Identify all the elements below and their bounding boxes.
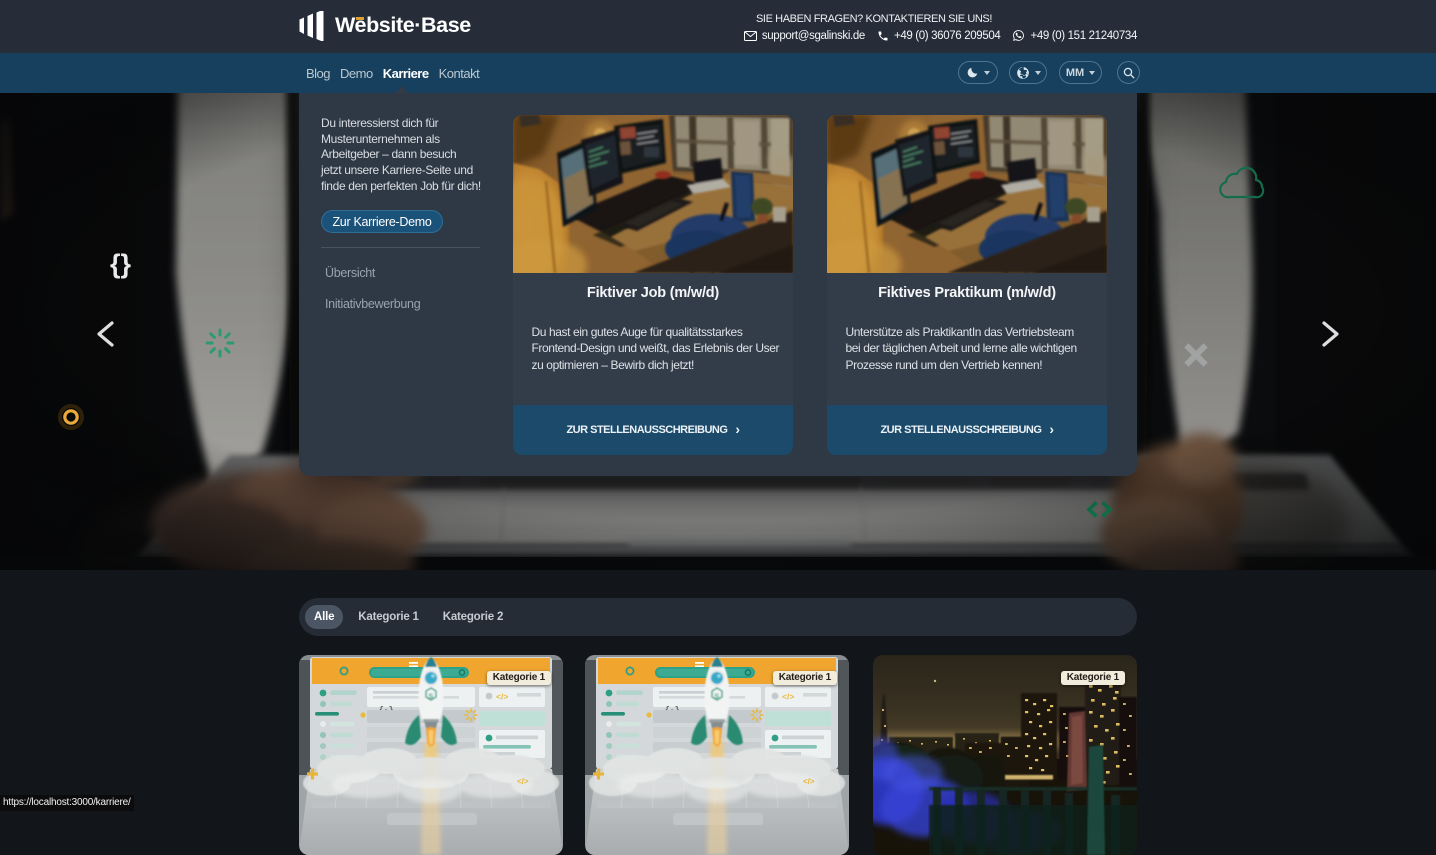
svg-text:{}: {} — [110, 249, 132, 279]
